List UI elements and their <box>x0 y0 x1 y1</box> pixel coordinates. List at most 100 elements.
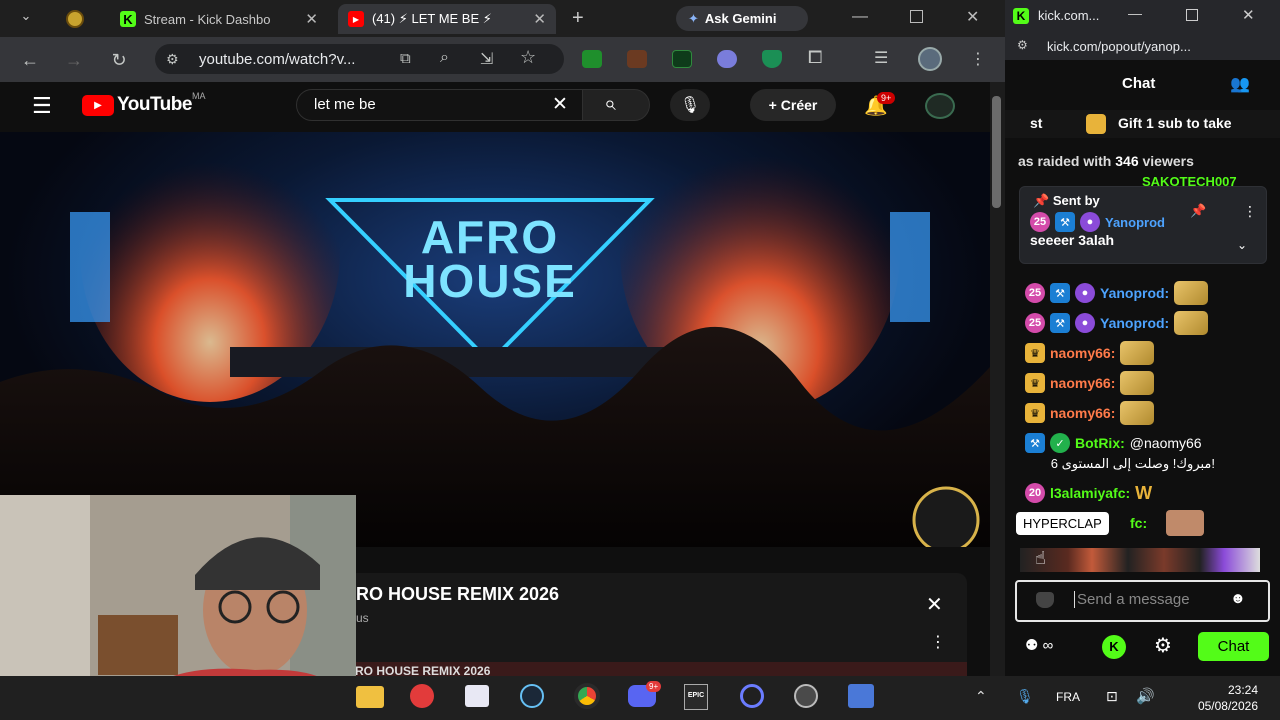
hamburger-menu-icon[interactable]: ☰ <box>32 93 52 119</box>
raid-text-a: as raided with <box>1018 153 1116 169</box>
chat-username[interactable]: l3alamiyafc: <box>1050 485 1130 501</box>
zoom-icon[interactable]: ⌕ <box>440 49 449 67</box>
channel-avatar[interactable] <box>925 93 955 119</box>
file-explorer-icon[interactable] <box>356 686 384 708</box>
tab-search-icon[interactable]: ⌄ <box>14 8 38 28</box>
expand-pinned-icon[interactable]: ⌄ <box>1237 238 1247 252</box>
back-icon[interactable]: ← <box>19 49 41 71</box>
video-title: RO HOUSE REMIX 2026 <box>356 584 560 604</box>
chat-message[interactable]: 25 ⚒ ● Yanoprod: <box>1025 310 1209 336</box>
pinned-username[interactable]: Yanoprod <box>1105 215 1165 230</box>
microphone-icon[interactable]: 🎙 <box>1016 688 1034 705</box>
more-options-icon[interactable]: ⋮ <box>930 632 946 652</box>
app-flag-icon[interactable] <box>848 684 874 708</box>
bookmark-star-icon[interactable]: ☆ <box>520 47 536 68</box>
ask-gemini-button[interactable]: ✦ Ask Gemini <box>676 6 808 31</box>
chat-message-botrix[interactable]: ⚒ ✓ BotRix: @naomy66 <box>1025 430 1202 456</box>
video-player[interactable] <box>0 132 990 547</box>
mouse-cursor-icon: ☝ <box>1035 548 1046 568</box>
network-icon[interactable]: ⊡ <box>1106 688 1118 705</box>
tray-overflow-icon[interactable]: ⌃ <box>975 688 987 705</box>
next-item-strip[interactable]: RO HOUSE REMIX 2026 <box>347 662 967 676</box>
chat-message[interactable]: ♛ naomy66: <box>1025 400 1155 426</box>
minimize-icon[interactable]: — <box>852 8 868 26</box>
clock-time[interactable]: 23:24 <box>1210 683 1258 697</box>
tab-kick-dashboard[interactable]: K Stream - Kick Dashbo ✕ <box>110 4 328 34</box>
chat-message[interactable]: 20 l3alamiyafc: W <box>1025 480 1152 506</box>
chat-username[interactable]: Yanoprod: <box>1100 285 1169 301</box>
scrollbar-thumb[interactable] <box>992 96 1001 208</box>
chat-username[interactable]: naomy66: <box>1050 375 1115 391</box>
chat-participants-icon[interactable]: ⚉ ∞ <box>1025 636 1053 654</box>
w-emote: W <box>1135 482 1153 503</box>
chat-settings-icon[interactable]: ⚙ <box>1154 633 1172 658</box>
close-window-icon[interactable]: ✕ <box>966 7 979 27</box>
close-tab-icon[interactable]: ✕ <box>305 10 318 28</box>
chat-username[interactable]: naomy66: <box>1050 345 1115 361</box>
youtube-logo-icon[interactable]: ▶ <box>82 95 114 116</box>
app-clock-icon[interactable] <box>410 684 434 708</box>
chat-users-icon[interactable]: 👥 <box>1230 74 1250 94</box>
install-app-icon[interactable]: ⇲ <box>480 49 493 69</box>
new-tab-icon[interactable]: + <box>572 7 584 30</box>
pinned-more-icon[interactable]: ⋮ <box>1243 203 1257 220</box>
youtube-search-button[interactable] <box>582 89 650 121</box>
message-input[interactable]: Send a message <box>1074 591 1190 608</box>
epic-games-icon[interactable]: EPIC <box>684 684 708 710</box>
chrome-icon[interactable] <box>574 683 600 709</box>
address-bar[interactable]: youtube.com/watch?v... <box>155 44 564 74</box>
youtube-logo-text[interactable]: YouTube <box>117 94 192 116</box>
app-ring-icon[interactable] <box>740 684 764 708</box>
mic-badge-icon: ● <box>1075 283 1095 303</box>
clap-emote-icon <box>1120 401 1155 425</box>
voice-search-icon[interactable]: 🎙 <box>670 89 710 121</box>
close-miniplayer-icon[interactable]: ✕ <box>926 592 943 617</box>
pinned-tab-favicon[interactable] <box>66 10 84 28</box>
obs-icon[interactable] <box>794 684 818 708</box>
chat-message[interactable]: ♛ naomy66: <box>1025 370 1155 396</box>
send-chat-button[interactable]: Chat <box>1198 632 1269 661</box>
extension-discord-icon[interactable] <box>717 50 737 68</box>
chat-message[interactable]: ♛ naomy66: <box>1025 340 1155 366</box>
translate-icon[interactable]: ⧉ <box>400 50 411 67</box>
browser-menu-icon[interactable]: ⋮ <box>970 49 986 69</box>
chat-site-info-icon[interactable]: ⚙ <box>1017 38 1028 52</box>
tab-youtube-video[interactable]: ▶ (41) ⚡ LET ME BE ⚡ ✕ <box>338 4 556 34</box>
youtube-search-input[interactable]: let me be <box>296 89 583 121</box>
site-info-icon[interactable]: ⚙ <box>166 51 179 68</box>
maximize-icon[interactable] <box>910 10 923 23</box>
emote-strip <box>1020 548 1260 572</box>
clock-date[interactable]: 05/08/2026 <box>1192 699 1258 713</box>
chat-close-icon[interactable]: ✕ <box>1242 6 1255 24</box>
chat-minimize-icon[interactable]: — <box>1128 5 1142 21</box>
close-tab-icon[interactable]: ✕ <box>533 10 546 28</box>
reload-icon[interactable]: ↻ <box>108 49 130 71</box>
chat-url-bar[interactable]: kick.com/popout/yanop... <box>1005 32 1280 60</box>
clear-search-icon[interactable]: ✕ <box>552 93 568 116</box>
extensions-puzzle-icon[interactable]: ⧠ <box>808 47 822 68</box>
app-files-icon[interactable] <box>465 685 489 707</box>
search-icon: ⌕ <box>604 92 616 115</box>
chat-username[interactable]: Yanoprod: <box>1100 315 1169 331</box>
chat-window-title: kick.com... <box>1038 8 1100 23</box>
forward-icon[interactable]: → <box>63 49 85 71</box>
chat-username[interactable]: naomy66: <box>1050 405 1115 421</box>
language-indicator[interactable]: FRA <box>1056 690 1080 704</box>
chat-message[interactable]: 25 ⚒ ● Yanoprod: <box>1025 280 1209 306</box>
tab-label: (41) ⚡ LET ME BE ⚡ <box>372 11 492 26</box>
chat-maximize-icon[interactable] <box>1186 9 1198 21</box>
unpin-icon[interactable]: 📌 <box>1190 203 1206 219</box>
create-button[interactable]: + Créer <box>750 89 836 121</box>
kick-points-icon[interactable]: K <box>1102 635 1126 659</box>
profile-avatar[interactable] <box>918 47 942 71</box>
chat-mention: @naomy66 <box>1129 435 1202 451</box>
chat-username[interactable]: BotRix: <box>1075 435 1125 451</box>
emoji-picker-icon[interactable]: ☻ <box>1230 590 1246 607</box>
volume-icon[interactable]: 🔊 <box>1136 687 1155 705</box>
plus-icon: + <box>768 97 777 113</box>
extension-wave-icon[interactable] <box>627 50 647 68</box>
extension-chart-icon[interactable] <box>582 50 602 68</box>
media-control-icon[interactable]: ☰ <box>874 48 888 68</box>
extension-slash-icon[interactable] <box>672 50 692 68</box>
steam-icon[interactable] <box>520 684 544 708</box>
